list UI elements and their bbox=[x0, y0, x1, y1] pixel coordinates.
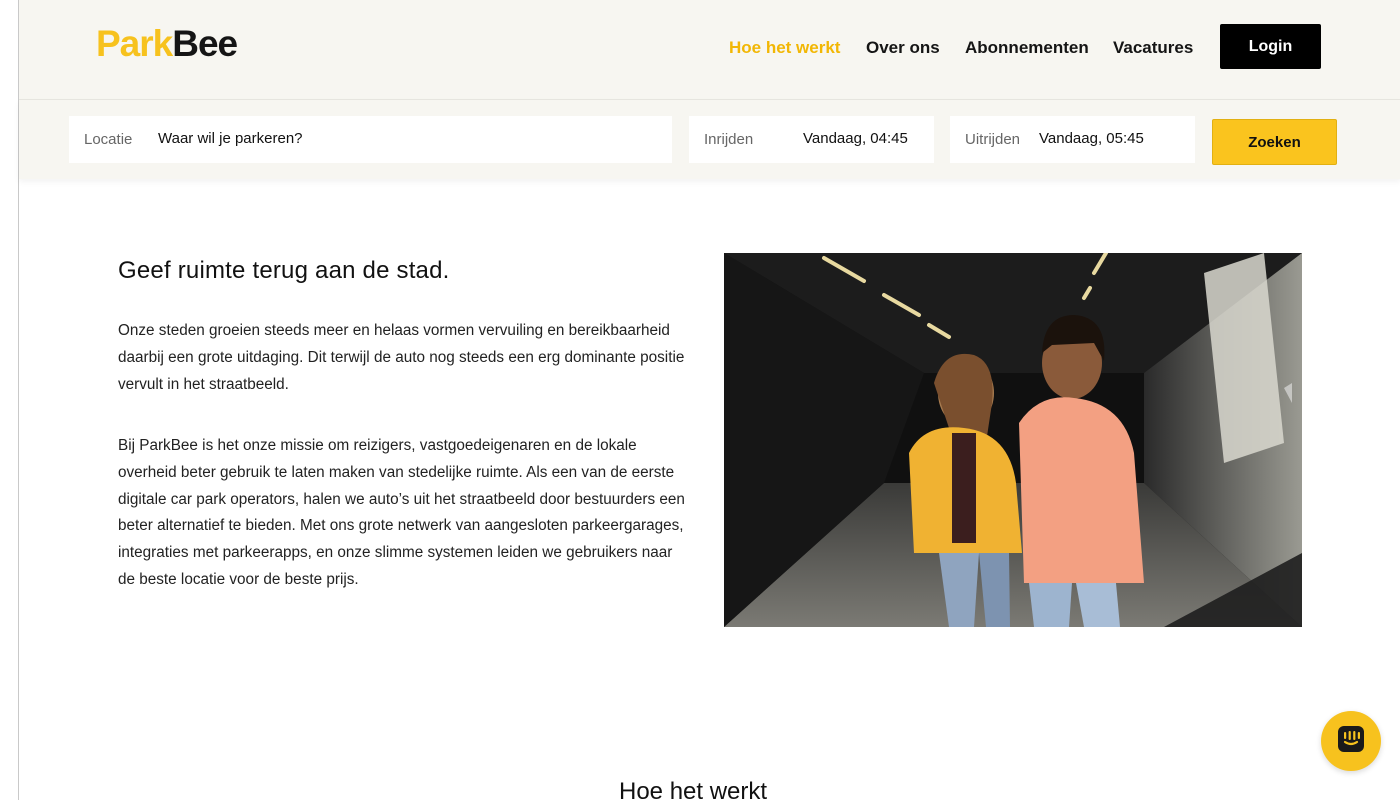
nav-abonnementen[interactable]: Abonnementen bbox=[965, 38, 1089, 58]
entry-time-value[interactable]: Vandaag, 04:45 bbox=[803, 130, 908, 147]
header: Park Bee Hoe het werkt Over ons Abonnemen… bbox=[19, 0, 1400, 100]
exit-time-value[interactable]: Vandaag, 05:45 bbox=[1039, 130, 1144, 147]
main-nav: Hoe het werkt Over ons Abonnementen Vaca… bbox=[19, 38, 1400, 62]
login-button[interactable]: Login bbox=[1220, 24, 1321, 69]
chat-icon bbox=[1336, 724, 1366, 759]
location-input[interactable]: Waar wil je parkeren? bbox=[158, 130, 303, 147]
entry-time-field[interactable]: Inrijden Vandaag, 04:45 bbox=[689, 116, 934, 163]
mission-paragraph: Bij ParkBee is het onze missie om reizig… bbox=[118, 437, 685, 588]
hero-photo bbox=[724, 253, 1302, 627]
location-label: Locatie bbox=[84, 131, 133, 148]
location-field[interactable]: Locatie Waar wil je parkeren? bbox=[69, 116, 672, 163]
photo-illustration bbox=[724, 253, 1302, 627]
chat-button[interactable] bbox=[1321, 711, 1381, 771]
page: Park Bee Hoe het werkt Over ons Abonnemen… bbox=[18, 0, 1400, 805]
nav-vacatures[interactable]: Vacatures bbox=[1113, 38, 1193, 58]
intro-paragraph: Onze steden groeien steeds meer en helaa… bbox=[118, 322, 685, 393]
next-section-heading: Hoe het werkt bbox=[619, 778, 768, 805]
search-button[interactable]: Zoeken bbox=[1212, 119, 1337, 165]
entry-label: Inrijden bbox=[704, 131, 754, 148]
section-heading: Geef ruimte terug aan de stad. bbox=[118, 257, 450, 284]
nav-hoe-het-werkt[interactable]: Hoe het werkt bbox=[729, 38, 840, 58]
search-bar: Locatie Waar wil je parkeren? Inrijden V… bbox=[19, 100, 1400, 179]
exit-time-field[interactable]: Uitrijden Vandaag, 05:45 bbox=[950, 116, 1195, 163]
exit-label: Uitrijden bbox=[965, 131, 1021, 148]
nav-over-ons[interactable]: Over ons bbox=[866, 38, 940, 58]
